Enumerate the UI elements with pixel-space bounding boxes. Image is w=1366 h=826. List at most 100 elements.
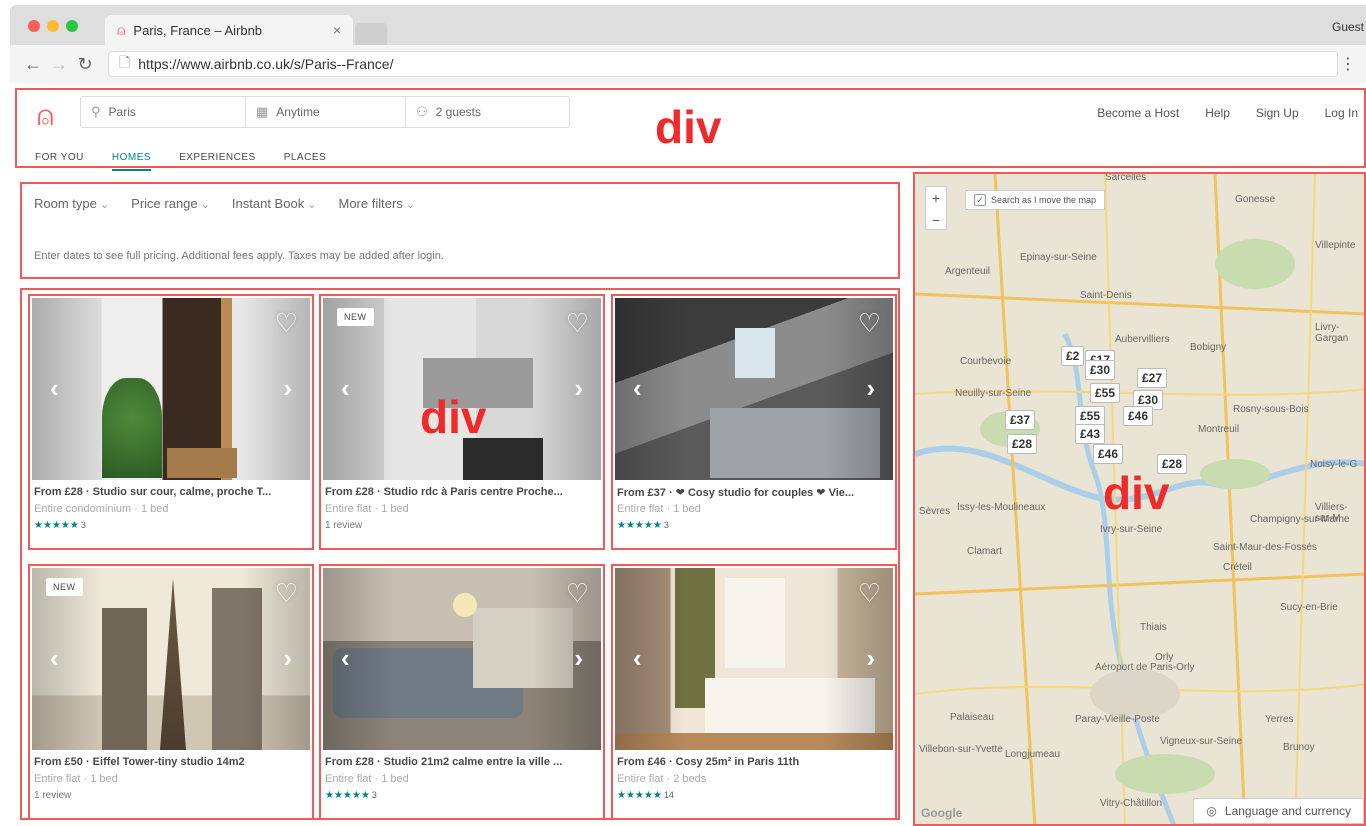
price-marker[interactable]: £30 xyxy=(1085,360,1116,380)
price-marker[interactable]: £55 xyxy=(1090,383,1121,403)
map-place-label: Brunoy xyxy=(1283,742,1315,753)
prev-photo-icon[interactable]: ‹ xyxy=(341,373,350,404)
heart-icon[interactable]: ♡ xyxy=(858,308,881,339)
map-place-label: Gonesse xyxy=(1235,194,1276,205)
log-in-link[interactable]: Log In xyxy=(1325,106,1358,120)
tab-experiences[interactable]: EXPERIENCES xyxy=(179,152,256,163)
prev-photo-icon[interactable]: ‹ xyxy=(50,373,59,404)
review-count: 3 xyxy=(371,790,377,800)
map-place-label: Villiers-sur-M xyxy=(1315,502,1348,524)
tab-close-icon[interactable]: × xyxy=(333,22,341,38)
reload-icon[interactable]: ↻ xyxy=(72,54,98,75)
next-photo-icon[interactable]: › xyxy=(283,643,292,674)
listing-card[interactable]: ‹ › ♡ From £28 · Studio sur cour, calme,… xyxy=(28,294,314,550)
listing-photo: ‹ › ♡ xyxy=(32,298,310,480)
price-marker[interactable]: £2 xyxy=(1061,346,1085,366)
close-window-icon[interactable] xyxy=(28,20,40,32)
checkbox-icon[interactable]: ✓ xyxy=(974,194,986,206)
heart-icon[interactable]: ♡ xyxy=(566,308,589,339)
more-filters-button[interactable]: More filters xyxy=(338,196,415,211)
price-marker[interactable]: £27 xyxy=(1137,368,1168,388)
listing-card[interactable]: ‹ › ♡ From £37 · ❤ Cosy studio for coupl… xyxy=(611,294,897,550)
help-link[interactable]: Help xyxy=(1205,106,1230,120)
map-place-label: Saint-Maur-des-Fossés xyxy=(1213,542,1317,553)
map-place-label: Clamart xyxy=(967,546,1003,557)
new-tab-button[interactable] xyxy=(355,23,387,45)
price-marker[interactable]: £37 xyxy=(1005,410,1036,430)
listings-grid: ‹ › ♡ From £28 · Studio sur cour, calme,… xyxy=(20,288,900,820)
prev-photo-icon[interactable]: ‹ xyxy=(50,643,59,674)
listing-photo: ‹ › ♡ xyxy=(615,298,893,480)
map-place-label: Vitry-Châtillon xyxy=(1100,798,1163,809)
become-host-link[interactable]: Become a Host xyxy=(1097,106,1179,120)
maximize-window-icon[interactable] xyxy=(66,20,78,32)
prev-photo-icon[interactable]: ‹ xyxy=(633,373,642,404)
listing-card[interactable]: ‹ › ♡ From £46 · Cosy 25m² in Paris 11th… xyxy=(611,564,897,820)
prev-photo-icon[interactable]: ‹ xyxy=(633,643,642,674)
map-place-label: Longjumeau xyxy=(1005,749,1061,760)
address-bar[interactable]: 🗋 https://www.airbnb.co.uk/s/Paris--Fran… xyxy=(108,51,1338,77)
instant-book-filter[interactable]: Instant Book xyxy=(232,196,317,211)
tab-title: Paris, France – Airbnb xyxy=(133,22,263,38)
next-photo-icon[interactable]: › xyxy=(574,373,583,404)
google-logo: Google xyxy=(921,806,963,820)
listing-card[interactable]: ‹ › ♡ From £28 · Studio 21m2 calme entre… xyxy=(319,564,605,820)
zoom-out-button[interactable]: − xyxy=(926,209,946,231)
review-count: 1 review xyxy=(325,520,363,531)
zoom-in-button[interactable]: + xyxy=(926,187,946,209)
heart-icon[interactable]: ♡ xyxy=(275,578,298,609)
price-marker[interactable]: £55 xyxy=(1075,406,1106,426)
listing-subtitle: Entire flat · 1 bed xyxy=(325,503,409,515)
map-place-label: Issy-les-Moulineaux xyxy=(957,502,1046,513)
zoom-controls: + − xyxy=(925,186,947,230)
new-badge: NEW xyxy=(46,578,83,596)
search-as-move-toggle[interactable]: ✓ Search as I move the map xyxy=(965,190,1106,210)
heart-icon[interactable]: ♡ xyxy=(566,578,589,609)
map-place-label: Neuilly-sur-Seine xyxy=(955,388,1032,399)
prev-photo-icon[interactable]: ‹ xyxy=(341,643,350,674)
next-photo-icon[interactable]: › xyxy=(866,373,875,404)
dates-field[interactable]: ▦ Anytime xyxy=(246,97,406,127)
browser-menu-icon[interactable]: ⋮ xyxy=(1338,54,1356,74)
back-icon[interactable]: ← xyxy=(20,54,46,75)
search-move-label: Search as I move the map xyxy=(991,195,1097,205)
next-photo-icon[interactable]: › xyxy=(574,643,583,674)
tab-for-you[interactable]: FOR YOU xyxy=(35,152,84,163)
language-currency-button[interactable]: ◎ Language and currency xyxy=(1193,798,1364,824)
room-type-filter[interactable]: Room type xyxy=(34,196,109,211)
map-panel[interactable]: + − ✓ Search as I move the map Sarcelles… xyxy=(913,172,1366,826)
listing-card[interactable]: NEW ‹ › ♡ From £50 · Eiffel Tower-tiny s… xyxy=(28,564,314,820)
price-marker[interactable]: £28 xyxy=(1007,434,1038,454)
sign-up-link[interactable]: Sign Up xyxy=(1256,106,1299,120)
map-place-label: Sucy-en-Brie xyxy=(1280,602,1338,613)
heart-icon[interactable]: ♡ xyxy=(858,578,881,609)
review-count: 3 xyxy=(80,520,86,530)
tab-places[interactable]: PLACES xyxy=(284,152,326,163)
listing-rating: ★★★★★ 14 xyxy=(617,790,674,801)
listing-photo: NEW ‹ › ♡ xyxy=(32,568,310,750)
map-place-label: Epinay-sur-Seine xyxy=(1020,252,1097,263)
heart-icon[interactable]: ♡ xyxy=(275,308,298,339)
browser-window: ⍝ Paris, France – Airbnb × Guest ← → ↻ 🗋… xyxy=(10,5,1366,83)
listing-title: From £28 · Studio rdc à Paris centre Pro… xyxy=(325,486,563,498)
map-place-label: Saint-Denis xyxy=(1080,290,1132,301)
next-photo-icon[interactable]: › xyxy=(283,373,292,404)
map-place-label: Paray-Vieille-Poste xyxy=(1075,714,1160,725)
forward-icon[interactable]: → xyxy=(46,54,72,75)
price-marker[interactable]: £46 xyxy=(1123,406,1154,426)
browser-tab[interactable]: ⍝ Paris, France – Airbnb × xyxy=(105,15,353,45)
tab-homes[interactable]: HOMES xyxy=(111,152,152,171)
minimize-window-icon[interactable] xyxy=(47,20,59,32)
map-place-label: Montreuil xyxy=(1198,424,1240,435)
next-photo-icon[interactable]: › xyxy=(866,643,875,674)
price-range-filter[interactable]: Price range xyxy=(131,196,210,211)
guests-field[interactable]: ⚇ 2 guests xyxy=(406,97,569,127)
review-count: 1 review xyxy=(34,790,72,801)
profile-label[interactable]: Guest xyxy=(1332,20,1364,34)
airbnb-logo-icon[interactable]: ⍝ xyxy=(37,100,54,133)
site-header: ⍝ ⚲ Paris ▦ Anytime ⚇ 2 guests div Becom… xyxy=(15,88,1366,171)
price-marker[interactable]: £46 xyxy=(1093,444,1124,464)
new-badge: NEW xyxy=(337,308,374,326)
location-field[interactable]: ⚲ Paris xyxy=(81,97,246,127)
price-marker[interactable]: £43 xyxy=(1075,424,1106,444)
